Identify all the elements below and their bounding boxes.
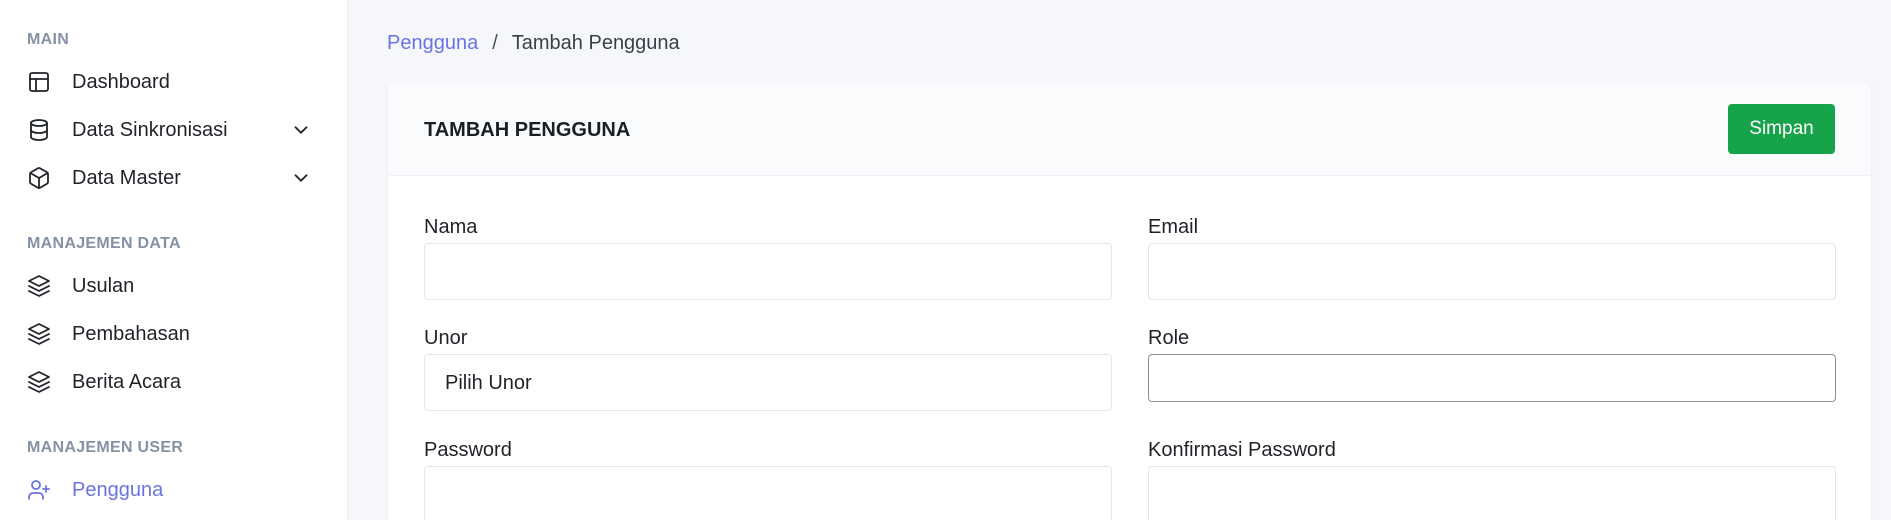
box-icon — [27, 166, 51, 190]
sidebar-item-label: Data Sinkronisasi — [72, 119, 228, 141]
sidebar-item-label: Usulan — [72, 275, 135, 297]
sidebar: MAIN Dashboard Data Sinkronisasi Data Ma… — [0, 0, 348, 520]
page-title: TAMBAH PENGGUNA — [424, 119, 631, 141]
save-button[interactable]: Simpan — [1728, 104, 1835, 154]
email-input[interactable] — [1148, 243, 1836, 300]
email-label: Email — [1148, 216, 1199, 238]
layers-icon — [27, 274, 51, 298]
sidebar-item-pengguna[interactable]: Pengguna — [0, 469, 348, 509]
password-input[interactable] — [424, 466, 1112, 520]
form-card: TAMBAH PENGGUNA Simpan Nama Email Unor P… — [388, 83, 1871, 520]
sidebar-item-usulan[interactable]: Usulan — [0, 265, 348, 305]
layers-icon — [27, 370, 51, 394]
database-icon — [27, 118, 51, 142]
password-label: Password — [424, 439, 512, 461]
sidebar-item-label: Dashboard — [72, 71, 170, 93]
breadcrumb: Pengguna / Tambah Pengguna — [387, 31, 680, 55]
unor-label: Unor — [424, 327, 468, 349]
section-title-main: MAIN — [27, 31, 70, 48]
nama-label: Nama — [424, 216, 478, 238]
sidebar-item-pembahasan[interactable]: Pembahasan — [0, 313, 348, 353]
breadcrumb-current: Tambah Pengguna — [511, 32, 680, 54]
user-plus-icon — [27, 478, 51, 502]
konfirmasi-password-input[interactable] — [1148, 466, 1836, 520]
sidebar-item-label: Pembahasan — [72, 323, 190, 345]
chevron-down-icon[interactable] — [290, 119, 312, 141]
sidebar-item-label: Berita Acara — [72, 371, 181, 393]
sidebar-item-berita-acara[interactable]: Berita Acara — [0, 361, 348, 401]
konfirmasi-password-label: Konfirmasi Password — [1148, 439, 1336, 461]
chevron-down-icon[interactable] — [290, 167, 312, 189]
layout-icon — [27, 70, 51, 94]
card-header: TAMBAH PENGGUNA Simpan — [388, 83, 1871, 176]
main-content: Pengguna / Tambah Pengguna TAMBAH PENGGU… — [349, 0, 1891, 520]
sidebar-item-data-sinkronisasi[interactable]: Data Sinkronisasi — [0, 109, 348, 149]
role-input[interactable] — [1148, 354, 1836, 402]
unor-select-value: Pilih Unor — [445, 372, 532, 394]
sidebar-item-label: Data Master — [72, 167, 181, 189]
breadcrumb-separator: / — [492, 32, 498, 54]
unor-select[interactable]: Pilih Unor — [424, 354, 1112, 411]
sidebar-item-label: Pengguna — [72, 479, 164, 501]
section-title-manajemen-user: MANAJEMEN USER — [27, 439, 184, 456]
sidebar-item-dashboard[interactable]: Dashboard — [0, 61, 348, 101]
breadcrumb-link-pengguna[interactable]: Pengguna — [387, 31, 478, 55]
role-label: Role — [1148, 327, 1190, 349]
section-title-manajemen-data: MANAJEMEN DATA — [27, 235, 181, 252]
layers-icon — [27, 322, 51, 346]
nama-input[interactable] — [424, 243, 1112, 300]
sidebar-item-data-master[interactable]: Data Master — [0, 157, 348, 197]
